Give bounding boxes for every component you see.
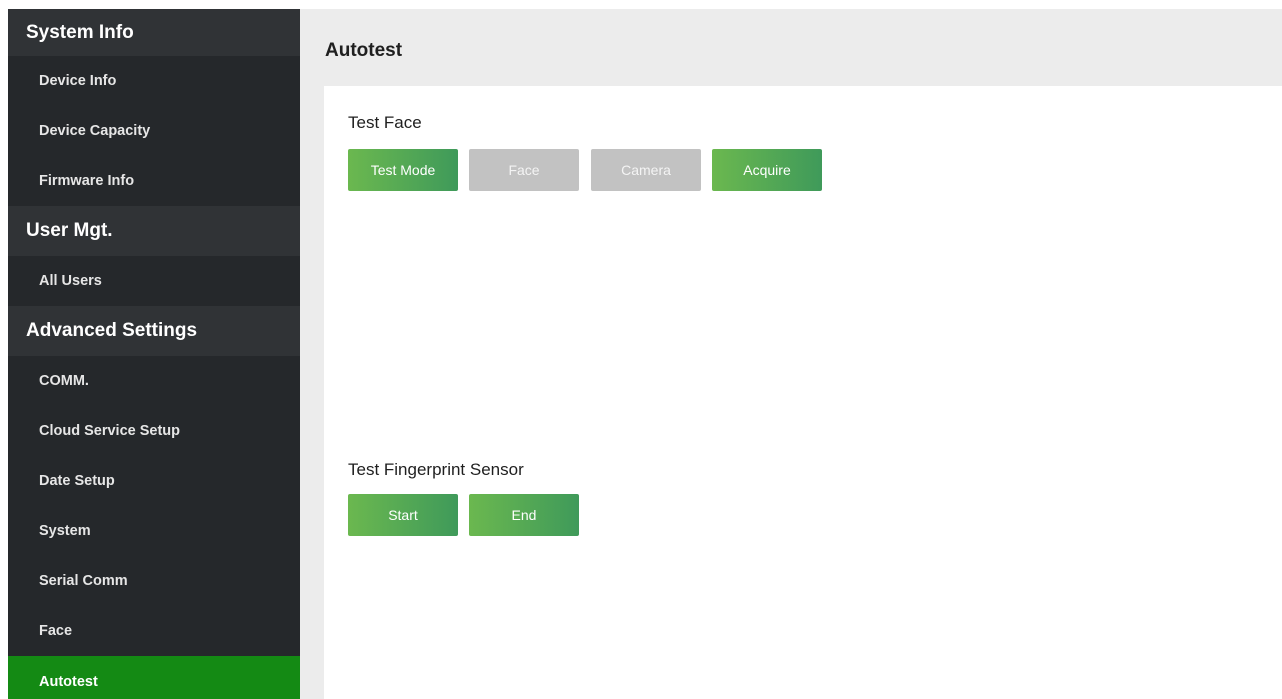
sidebar-group-advanced-settings[interactable]: Advanced Settings xyxy=(8,306,300,356)
sidebar-item-face[interactable]: Face xyxy=(8,606,300,656)
end-button[interactable]: End xyxy=(469,494,579,536)
test-fingerprint-label: Test Fingerprint Sensor xyxy=(348,460,524,479)
sidebar-item-serial-comm[interactable]: Serial Comm xyxy=(8,556,300,606)
sidebar-group-user-mgt[interactable]: User Mgt. xyxy=(8,206,300,256)
acquire-button[interactable]: Acquire xyxy=(712,149,822,191)
sidebar-item-all-users[interactable]: All Users xyxy=(8,256,300,306)
sidebar-item-autotest[interactable]: Autotest xyxy=(8,656,300,699)
sidebar-item-device-capacity[interactable]: Device Capacity xyxy=(8,106,300,156)
test-face-label: Test Face xyxy=(348,113,422,132)
sidebar-item-device-info[interactable]: Device Info xyxy=(8,56,300,106)
sidebar-group-system-info[interactable]: System Info xyxy=(8,9,300,56)
test-mode-button[interactable]: Test Mode xyxy=(348,149,458,191)
sidebar-item-cloud-service-setup[interactable]: Cloud Service Setup xyxy=(8,406,300,456)
face-button[interactable]: Face xyxy=(469,149,579,191)
sidebar-item-system[interactable]: System xyxy=(8,506,300,556)
sidebar: System Info Device Info Device Capacity … xyxy=(8,9,300,699)
sidebar-item-date-setup[interactable]: Date Setup xyxy=(8,456,300,506)
camera-button[interactable]: Camera xyxy=(591,149,701,191)
page-title: Autotest xyxy=(325,40,403,61)
sidebar-item-comm[interactable]: COMM. xyxy=(8,356,300,406)
start-button[interactable]: Start xyxy=(348,494,458,536)
page-header xyxy=(300,9,1282,85)
sidebar-item-firmware-info[interactable]: Firmware Info xyxy=(8,156,300,206)
